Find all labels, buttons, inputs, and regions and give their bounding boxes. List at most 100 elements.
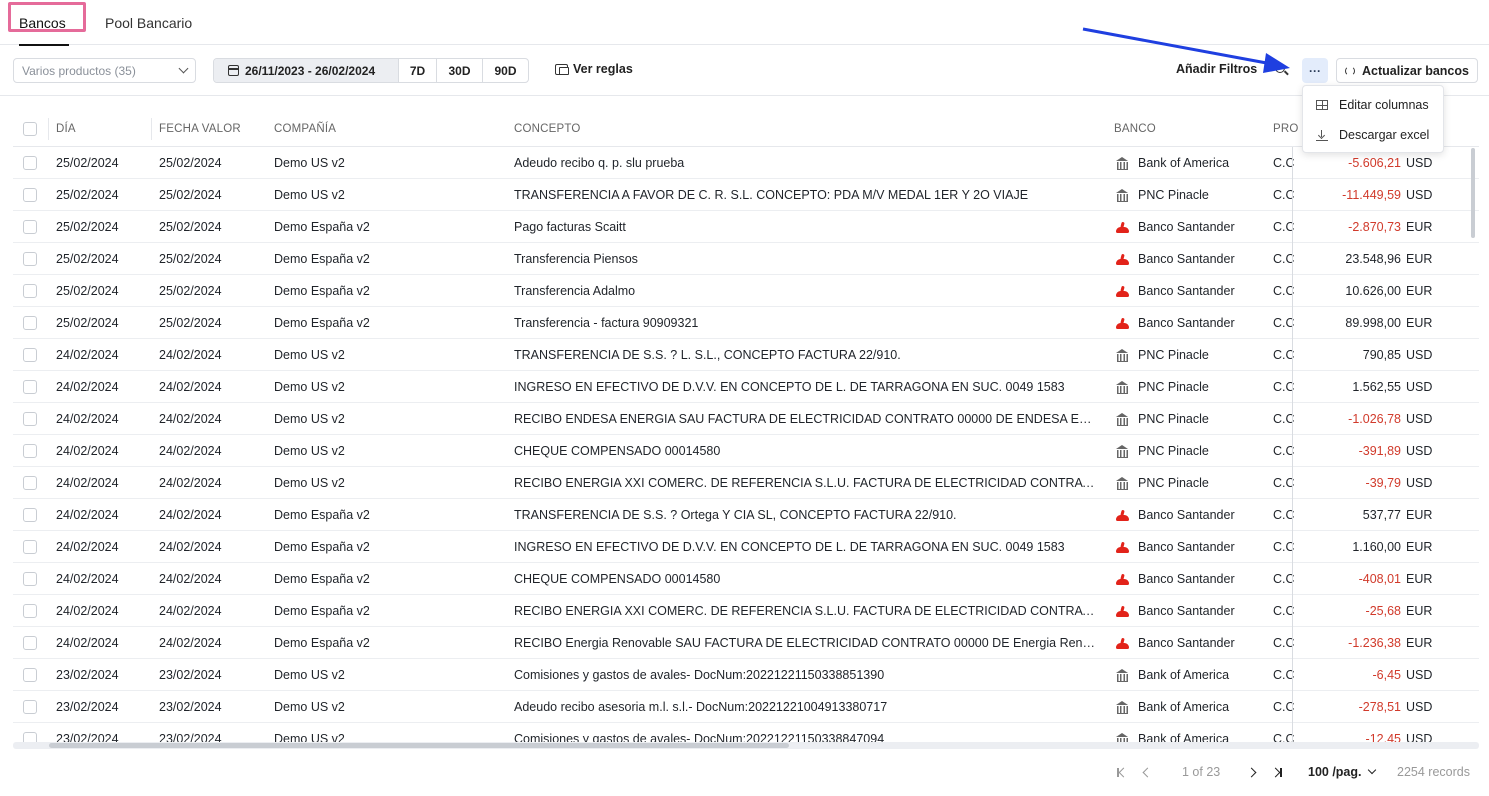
cell-compania: Demo España v2 (274, 572, 370, 586)
horizontal-scrollbar-thumb[interactable] (49, 743, 789, 748)
header-concepto[interactable]: CONCEPTO (514, 110, 581, 147)
row-checkbox[interactable] (23, 572, 37, 586)
range-30d-button[interactable]: 30D (437, 59, 483, 82)
row-checkbox[interactable] (23, 284, 37, 298)
search-icon[interactable] (1275, 63, 1285, 73)
bank-building-icon (1114, 701, 1130, 714)
row-checkbox[interactable] (23, 540, 37, 554)
bank-building-icon (1114, 413, 1130, 426)
table-row[interactable]: 24/02/2024 24/02/2024 Demo US v2 RECIBO END… (13, 403, 1479, 435)
first-page-button[interactable] (1117, 760, 1128, 784)
table-row[interactable]: 24/02/2024 24/02/2024 Demo España v2 RECIBO… (13, 627, 1479, 659)
range-90d-button[interactable]: 90D (483, 59, 528, 82)
table-row[interactable]: 25/02/2024 25/02/2024 Demo US v2 TRANSFEREN… (13, 179, 1479, 211)
cell-fecha-valor: 24/02/2024 (159, 348, 222, 362)
cell-compania: Demo US v2 (274, 444, 345, 458)
cell-dia: 25/02/2024 (56, 156, 119, 170)
cell-moneda: EUR (1406, 540, 1433, 554)
horizontal-scrollbar-track[interactable] (13, 742, 1479, 749)
cell-banco: Banco Santander (1114, 211, 1274, 243)
row-checkbox[interactable] (23, 636, 37, 650)
cell-fecha-valor: 24/02/2024 (159, 508, 222, 522)
next-page-button[interactable] (1246, 760, 1257, 784)
menu-item-label: Editar columnas (1339, 98, 1429, 112)
range-7d-button[interactable]: 7D (399, 59, 437, 82)
row-checkbox[interactable] (23, 508, 37, 522)
row-checkbox-cell (23, 691, 37, 723)
table-row[interactable]: 24/02/2024 24/02/2024 Demo US v2 CHEQUE COM… (13, 435, 1479, 467)
cell-moneda: EUR (1406, 316, 1433, 330)
more-options-button[interactable]: ··· (1302, 58, 1328, 83)
chevron-down-icon (1367, 765, 1376, 775)
bank-building-icon (1114, 477, 1130, 490)
header-producto[interactable]: PRO (1273, 110, 1299, 147)
previous-page-button[interactable] (1142, 760, 1153, 784)
tab-pool-bancario[interactable]: Pool Bancario (105, 0, 192, 45)
row-checkbox[interactable] (23, 348, 37, 362)
header-dia[interactable]: DÍA (56, 110, 76, 147)
table-row[interactable]: 24/02/2024 24/02/2024 Demo España v2 CHEQUE… (13, 563, 1479, 595)
cell-compania: Demo US v2 (274, 700, 345, 714)
table-row[interactable]: 24/02/2024 24/02/2024 Demo España v2 INGRES… (13, 531, 1479, 563)
table-row[interactable]: 24/02/2024 24/02/2024 Demo España v2 RECIBO… (13, 595, 1479, 627)
santander-icon (1114, 542, 1130, 553)
page-size-select[interactable]: 100 /pag. (1308, 760, 1376, 784)
cell-importe: 790,85 (1362, 348, 1401, 362)
bank-name: Bank of America (1138, 700, 1230, 714)
table-row[interactable]: 24/02/2024 24/02/2024 Demo US v2 TRANSFEREN… (13, 339, 1479, 371)
select-all-checkbox[interactable] (23, 121, 37, 136)
table-row[interactable]: 25/02/2024 25/02/2024 Demo España v2 Pago f… (13, 211, 1479, 243)
cell-concepto: Transferencia Adalmo (514, 284, 636, 298)
row-checkbox[interactable] (23, 604, 37, 618)
last-page-button[interactable] (1270, 760, 1282, 784)
cell-concepto: Comisiones y gastos de avales- DocNum:20… (514, 668, 885, 682)
refresh-banks-button[interactable]: Actualizar bancos (1336, 58, 1478, 83)
table-row[interactable]: 25/02/2024 25/02/2024 Demo España v2 Transf… (13, 275, 1479, 307)
header-compania[interactable]: COMPAÑÍA (274, 110, 336, 147)
product-select[interactable]: Varios productos (35) (13, 58, 196, 83)
bank-name: PNC Pinacle (1138, 476, 1209, 490)
table-row[interactable]: 23/02/2024 23/02/2024 Demo US v2 Adeudo rec… (13, 691, 1479, 723)
table-row[interactable]: 25/02/2024 25/02/2024 Demo España v2 Transf… (13, 243, 1479, 275)
cell-importe: -278,51 (1358, 700, 1401, 714)
row-checkbox[interactable] (23, 412, 37, 426)
cell-moneda: USD (1406, 476, 1433, 490)
view-rules-button[interactable]: Ver reglas (555, 62, 633, 76)
row-checkbox[interactable] (23, 188, 37, 202)
cell-compania: Demo US v2 (274, 476, 345, 490)
menu-item-download-excel[interactable]: Descargar excel (1316, 125, 1429, 145)
row-checkbox[interactable] (23, 700, 37, 714)
table-row[interactable]: 23/02/2024 23/02/2024 Demo US v2 Comisiones… (13, 659, 1479, 691)
cell-dia: 24/02/2024 (56, 348, 119, 362)
header-fecha-valor[interactable]: FECHA VALOR (159, 110, 241, 147)
cell-concepto: Transferencia Piensos (514, 252, 638, 266)
menu-item-edit-columns[interactable]: Editar columnas (1316, 95, 1429, 115)
header-banco[interactable]: BANCO (1114, 110, 1156, 147)
row-checkbox[interactable] (23, 444, 37, 458)
row-checkbox[interactable] (23, 668, 37, 682)
row-checkbox[interactable] (23, 220, 37, 234)
cell-compania: Demo US v2 (274, 668, 345, 682)
table-row[interactable]: 25/02/2024 25/02/2024 Demo España v2 Transf… (13, 307, 1479, 339)
cell-banco: Banco Santander (1114, 563, 1274, 595)
row-checkbox[interactable] (23, 380, 37, 394)
cell-importe: 10.626,00 (1345, 284, 1401, 298)
row-checkbox[interactable] (23, 156, 37, 170)
vertical-scrollbar[interactable] (1471, 148, 1475, 238)
tab-bancos[interactable]: Bancos (19, 0, 69, 46)
table-row[interactable]: 24/02/2024 24/02/2024 Demo España v2 TRANSF… (13, 499, 1479, 531)
row-checkbox[interactable] (23, 252, 37, 266)
add-filters-button[interactable]: Añadir Filtros (1176, 62, 1257, 76)
cell-moneda: EUR (1406, 252, 1433, 266)
bank-name: Banco Santander (1138, 284, 1235, 298)
bank-name: PNC Pinacle (1138, 348, 1209, 362)
table-row[interactable]: 24/02/2024 24/02/2024 Demo US v2 INGRESO EN… (13, 371, 1479, 403)
table-row[interactable]: 25/02/2024 25/02/2024 Demo US v2 Adeudo rec… (13, 147, 1479, 179)
row-checkbox[interactable] (23, 476, 37, 490)
cell-importe: 89.998,00 (1345, 316, 1401, 330)
cell-fecha-valor: 25/02/2024 (159, 284, 222, 298)
cell-banco: PNC Pinacle (1114, 403, 1274, 435)
date-range-picker[interactable]: 26/11/2023 - 26/02/2024 (214, 59, 399, 82)
row-checkbox[interactable] (23, 316, 37, 330)
table-row[interactable]: 24/02/2024 24/02/2024 Demo US v2 RECIBO ENE… (13, 467, 1479, 499)
